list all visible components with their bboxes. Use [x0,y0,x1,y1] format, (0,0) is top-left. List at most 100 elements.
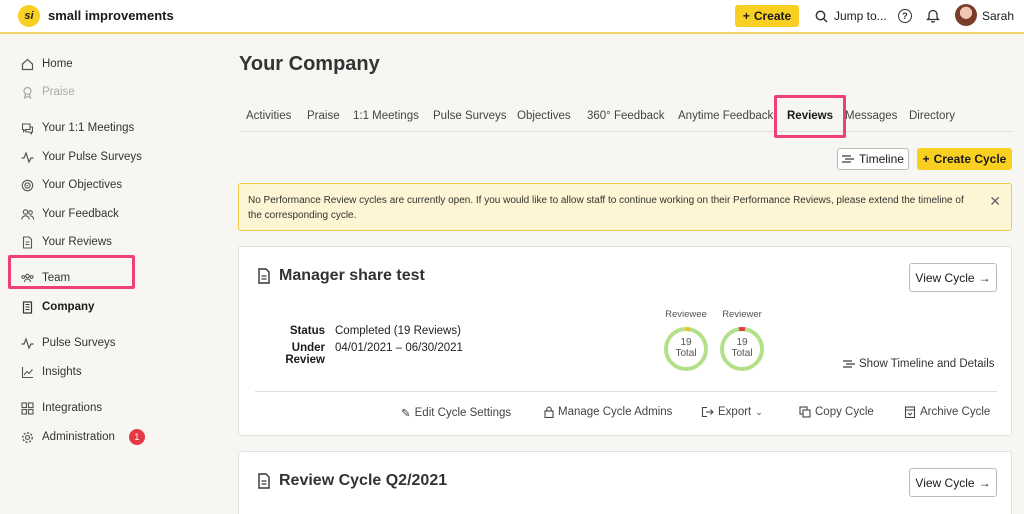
sidebar-item-home[interactable]: Home [20,55,73,73]
create-cycle-button[interactable]: + Create Cycle [917,148,1012,170]
target-icon [20,178,34,192]
under-review-key: Under Review [285,342,325,366]
top-bar: si small improvements + Create Jump to..… [0,0,1024,34]
search-icon [815,10,828,23]
notification-badge: 1 [128,429,145,445]
plus-icon: + [742,9,750,23]
tab-360-feedback[interactable]: 360° Feedback [587,110,665,122]
create-cycle-label: Create Cycle [933,152,1007,166]
archive-icon [904,406,916,418]
tab-anytime-feedback[interactable]: Anytime Feedback [678,110,773,122]
sidebar-item-insights[interactable]: Insights [20,363,82,381]
document-icon [20,235,34,249]
sidebar-item-pulse-surveys[interactable]: Pulse Surveys [20,334,116,352]
archive-cycle-button[interactable]: Archive Cycle [904,406,990,418]
tab-activities[interactable]: Activities [246,110,291,122]
status-value: Completed (19 Reviews) [335,325,461,337]
help-icon[interactable]: ? [898,9,912,23]
sidebar-item-your-objectives[interactable]: Your Objectives [20,176,122,194]
logo[interactable]: si [18,5,40,27]
export-dropdown[interactable]: Export ⌄ [701,406,763,418]
sidebar-item-label: Your Reviews [42,236,112,248]
sidebar-item-your-reviews[interactable]: Your Reviews [20,233,112,251]
sidebar-item-administration[interactable]: Administration 1 [20,428,145,446]
company-highlight-box [8,255,135,289]
reviewee-total-label: Total [675,348,697,359]
cycle-title-text: Review Cycle Q2/2021 [279,472,448,489]
view-cycle-label: View Cycle [915,475,975,490]
tab-directory[interactable]: Directory [909,110,955,122]
sidebar-item-praise[interactable]: Praise [20,83,75,101]
reviewee-total: 19 [680,337,692,348]
people-icon [20,207,34,221]
sidebar-item-label: Integrations [42,402,103,414]
chart-icon [20,365,34,379]
review-cycle-card: Review Cycle Q2/2021 View Cycle → [238,451,1012,514]
sidebar-item-label: Your Objectives [42,179,123,191]
sidebar-item-your-feedback[interactable]: Your Feedback [20,205,119,223]
action-label: Export [718,406,752,418]
tab-one-on-one-meetings[interactable]: 1:1 Meetings [353,110,419,122]
sidebar-item-company[interactable]: Company [20,298,94,316]
tab-pulse-surveys[interactable]: Pulse Surveys [433,110,507,122]
tab-messages[interactable]: Messages [845,110,897,122]
close-icon[interactable]: ✕ [989,194,1001,209]
brand-name[interactable]: small improvements [48,8,174,23]
view-cycle-label: View Cycle [915,270,975,285]
jump-to-search[interactable]: Jump to... [815,9,887,23]
lock-icon [544,406,554,418]
status-key: Status [289,325,325,337]
cycle-title[interactable]: Review Cycle Q2/2021 [257,472,447,490]
manage-cycle-admins-button[interactable]: Manage Cycle Admins [544,406,672,418]
sidebar-item-label: Administration [42,431,115,443]
page-title: Your Company [239,53,380,75]
pulse-icon [20,150,34,164]
action-label: Manage Cycle Admins [558,406,673,418]
chevron-down-icon: ⌄ [755,406,763,417]
cycle-title[interactable]: Manager share test [257,267,425,285]
info-notice: No Performance Review cycles are current… [238,183,1012,231]
grid-icon [20,401,34,415]
sidebar-item-label: Your 1:1 Meetings [42,122,135,134]
sidebar-item-one-on-one[interactable]: Your 1:1 Meetings [20,119,134,137]
sidebar-item-label: Pulse Surveys [42,337,116,349]
sidebar-item-label: Your Pulse Surveys [42,151,142,163]
create-button[interactable]: + Create [735,5,799,27]
document-icon [258,473,270,489]
copy-cycle-button[interactable]: Copy Cycle [799,406,874,418]
avatar[interactable] [955,4,977,26]
jump-to-label: Jump to... [834,9,887,23]
tab-bar: Activities Praise 1:1 Meetings Pulse Sur… [239,106,1012,132]
tab-objectives[interactable]: Objectives [517,110,571,122]
review-cycle-card: Manager share test View Cycle → Status C… [238,246,1012,436]
view-cycle-button[interactable]: View Cycle → [909,468,997,497]
reviewer-total-label: Total [731,348,753,359]
tab-praise[interactable]: Praise [307,110,340,122]
timeline-button-label: Timeline [859,152,904,166]
cycle-title-text: Manager share test [279,267,425,284]
sidebar-item-your-pulse-surveys[interactable]: Your Pulse Surveys [20,148,142,166]
notice-text: No Performance Review cycles are current… [248,195,964,221]
pulse-icon [20,336,34,350]
under-review-value: 04/01/2021 – 06/30/2021 [335,342,463,354]
document-icon [258,268,270,284]
reviewee-label: Reviewee [665,309,707,320]
reviewer-total: 19 [736,337,748,348]
copy-icon [799,406,811,418]
award-icon [20,85,34,99]
show-timeline-link[interactable]: Show Timeline and Details [843,358,995,370]
timeline-button[interactable]: Timeline [837,148,909,170]
sidebar-item-integrations[interactable]: Integrations [20,399,102,417]
gear-icon [20,430,34,444]
list-icon [842,155,855,163]
home-icon [20,57,34,71]
edit-cycle-settings-button[interactable]: ✎ Edit Cycle Settings [401,406,511,420]
bell-icon[interactable] [926,8,940,23]
sidebar-item-label: Home [42,58,73,70]
user-name[interactable]: Sarah [982,9,1014,23]
building-icon [20,300,34,314]
divider [255,391,997,392]
sidebar-item-label: Company [42,301,95,313]
view-cycle-button[interactable]: View Cycle → [909,263,997,292]
reviews-tab-highlight-box [774,95,846,138]
